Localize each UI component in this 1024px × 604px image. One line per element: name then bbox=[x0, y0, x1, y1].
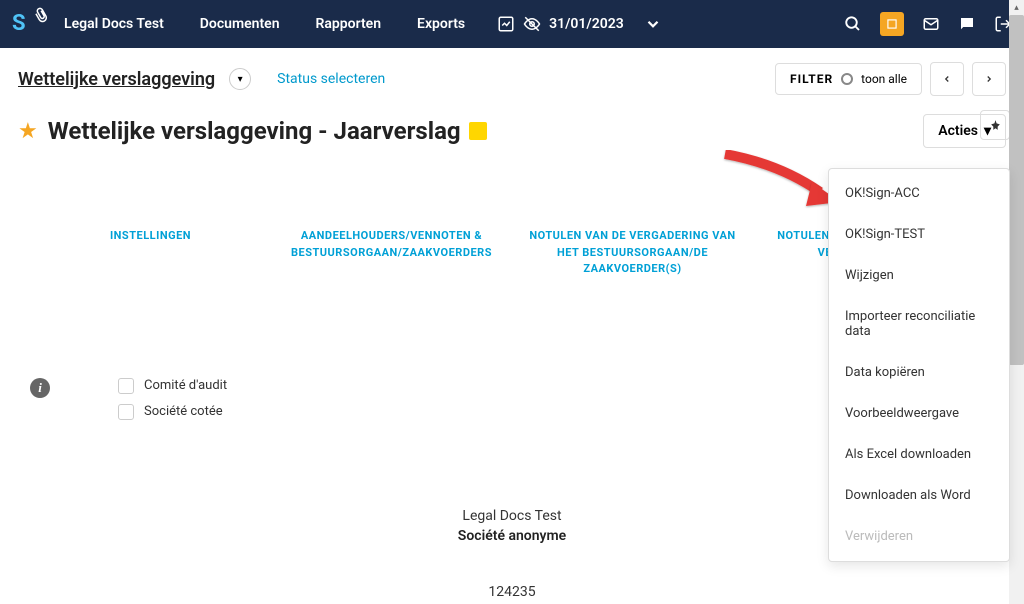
eye-slash-icon[interactable] bbox=[523, 15, 541, 33]
status-square-icon bbox=[469, 122, 487, 140]
page-title-row: ★ Wettelijke verslaggeving - Jaarverslag… bbox=[0, 104, 1024, 168]
filter-label: FILTER bbox=[790, 72, 833, 86]
breadcrumb-dropdown-toggle[interactable]: ▾ bbox=[229, 68, 251, 90]
radio-icon bbox=[841, 73, 853, 85]
scrollbar-thumb[interactable] bbox=[1009, 15, 1024, 365]
checkbox-label: Société cotée bbox=[144, 404, 223, 419]
menu-item-copy-data[interactable]: Data kopiëren bbox=[829, 352, 1009, 393]
notification-badge[interactable] bbox=[880, 12, 904, 36]
chart-icon[interactable] bbox=[497, 15, 515, 33]
previous-button[interactable] bbox=[930, 62, 964, 96]
top-navigation-bar: S Legal Docs Test Documenten Rapporten E… bbox=[0, 0, 1024, 48]
scrollbar[interactable]: ▴ bbox=[1009, 0, 1024, 604]
company-name-text: Legal Docs Test bbox=[462, 508, 561, 524]
nav-reports[interactable]: Rapporten bbox=[302, 16, 396, 32]
checkbox-icon[interactable] bbox=[118, 404, 134, 420]
cursor-icon bbox=[34, 5, 52, 27]
nav-documents[interactable]: Documenten bbox=[186, 16, 294, 32]
nav-exports[interactable]: Exports bbox=[403, 16, 479, 32]
breadcrumb-title[interactable]: Wettelijke verslaggeving bbox=[18, 69, 215, 90]
next-button[interactable] bbox=[972, 62, 1006, 96]
filter-box[interactable]: FILTER toon alle bbox=[775, 63, 922, 95]
menu-item-download-excel[interactable]: Als Excel downloaden bbox=[829, 434, 1009, 475]
menu-item-download-word[interactable]: Downloaden als Word bbox=[829, 475, 1009, 516]
chevron-down-icon[interactable] bbox=[644, 15, 662, 33]
menu-item-edit[interactable]: Wijzigen bbox=[829, 255, 1009, 296]
date-display[interactable]: 31/01/2023 bbox=[549, 16, 624, 32]
company-number-text: 124235 bbox=[488, 584, 535, 600]
actions-dropdown-menu: OK!Sign-ACC OK!Sign-TEST Wijzigen Import… bbox=[828, 168, 1010, 562]
mail-icon[interactable] bbox=[922, 15, 940, 33]
page-title: Wettelijke verslaggeving - Jaarverslag bbox=[48, 117, 461, 145]
menu-item-delete[interactable]: Verwijderen bbox=[829, 516, 1009, 557]
checkbox-icon[interactable] bbox=[118, 378, 134, 394]
menu-item-preview[interactable]: Voorbeeldweergave bbox=[829, 393, 1009, 434]
column-header-minutes-board[interactable]: NOTULEN VAN DE VERGADERING VAN HET BESTU… bbox=[512, 228, 753, 278]
chat-icon[interactable] bbox=[958, 15, 976, 33]
info-icon[interactable]: i bbox=[30, 378, 50, 398]
company-type-text: Société anonyme bbox=[458, 528, 566, 544]
checkbox-label: Comité d'audit bbox=[144, 378, 227, 393]
column-header-settings[interactable]: INSTELLINGEN bbox=[30, 228, 271, 245]
nav-company[interactable]: Legal Docs Test bbox=[50, 16, 178, 32]
subheader-row: Wettelijke verslaggeving ▾ Status select… bbox=[0, 48, 1024, 104]
menu-item-oksign-acc[interactable]: OK!Sign-ACC bbox=[829, 173, 1009, 214]
menu-item-oksign-test[interactable]: OK!Sign-TEST bbox=[829, 214, 1009, 255]
menu-item-import-reconciliation[interactable]: Importeer reconciliatie data bbox=[829, 296, 1009, 352]
star-icon[interactable]: ★ bbox=[18, 119, 38, 144]
checkbox-listed-company[interactable]: Société cotée bbox=[118, 404, 227, 420]
pin-button[interactable] bbox=[980, 110, 1010, 140]
checkbox-audit-committee[interactable]: Comité d'audit bbox=[118, 378, 227, 394]
status-selector-link[interactable]: Status selecteren bbox=[277, 71, 385, 87]
logo[interactable]: S bbox=[12, 11, 38, 37]
column-header-shareholders[interactable]: AANDEELHOUDERS/VENNOTEN & BESTUURSORGAAN… bbox=[271, 228, 512, 261]
scrollbar-up-arrow[interactable]: ▴ bbox=[1009, 0, 1024, 15]
search-icon[interactable] bbox=[844, 15, 862, 33]
filter-value: toon alle bbox=[861, 72, 907, 86]
